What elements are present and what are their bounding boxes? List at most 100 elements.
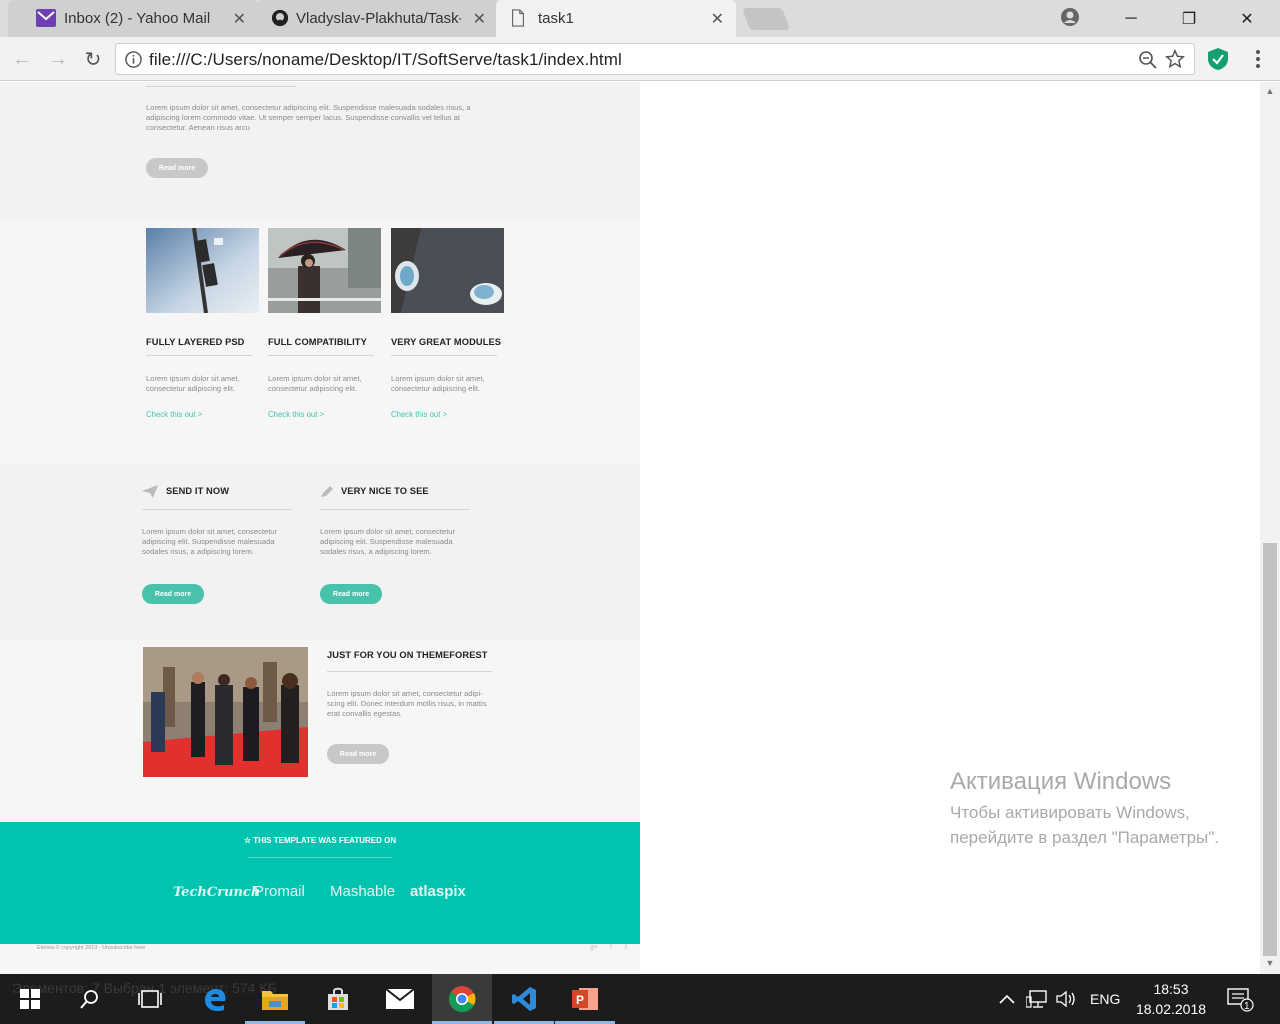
tab-yahoo-mail[interactable]: Inbox (2) - Yahoo Mail ✕ xyxy=(8,0,258,37)
zoom-icon[interactable] xyxy=(1138,50,1158,70)
search-icon xyxy=(80,990,98,1009)
task-view-button[interactable] xyxy=(120,974,180,1024)
edge-icon xyxy=(205,989,226,1012)
page-scrollbar[interactable]: ▲ ▼ xyxy=(1260,82,1280,974)
new-tab-button[interactable] xyxy=(741,8,791,30)
tab-close-icon[interactable]: ✕ xyxy=(233,9,246,29)
divider xyxy=(268,355,374,356)
vscode-taskbar-button[interactable] xyxy=(494,974,554,1024)
profile-icon[interactable] xyxy=(1060,7,1080,27)
divider xyxy=(248,857,392,858)
check-this-out-link[interactable]: Check this out > xyxy=(268,410,324,419)
github-icon xyxy=(271,9,289,27)
feature-text: Lorem ipsum dolor sit amet, consectetur … xyxy=(268,374,362,394)
svg-text:P: P xyxy=(576,993,584,1007)
feature-text: Lorem ipsum dolor sit amet, consectetur … xyxy=(391,374,485,394)
tab-title: Vladyslav-Plakhuta/Task- xyxy=(296,10,461,27)
check-this-out-link[interactable]: Check this out > xyxy=(146,410,202,419)
windows-icon xyxy=(20,989,40,1009)
promail-logo: Promail xyxy=(254,883,305,900)
featured-text: THIS TEMPLATE WAS FEATURED ON xyxy=(253,836,397,845)
action-center-button[interactable]: 1 xyxy=(1226,974,1256,1024)
tab-task1[interactable]: task1 ✕ xyxy=(496,0,736,37)
scroll-down-icon[interactable]: ▼ xyxy=(1264,958,1276,968)
read-more-button[interactable]: Read more xyxy=(146,158,208,178)
notification-icon xyxy=(1227,988,1254,1012)
store-taskbar-button[interactable] xyxy=(308,974,368,1024)
divider xyxy=(320,509,470,510)
traffic-light-photo xyxy=(146,228,259,313)
shield-extension-icon[interactable] xyxy=(1207,47,1229,71)
url-text: file:///C:/Users/noname/Desktop/IT/SoftS… xyxy=(149,50,622,69)
address-bar[interactable]: file:///C:/Users/noname/Desktop/IT/SoftS… xyxy=(115,43,1195,75)
activation-line: перейдите в раздел "Параметры". xyxy=(950,828,1220,847)
mashable-logo: Mashable xyxy=(330,883,396,900)
store-icon xyxy=(328,987,348,1010)
clock[interactable]: 18:53 18.02.2018 xyxy=(1130,979,1212,1019)
info-icon[interactable] xyxy=(125,51,142,68)
bookmark-star-icon[interactable] xyxy=(1164,48,1186,70)
feature-title: FULLY LAYERED PSD xyxy=(146,337,245,347)
search-button[interactable] xyxy=(60,974,120,1024)
network-icon xyxy=(1026,990,1047,1008)
edge-taskbar-button[interactable] xyxy=(185,974,245,1024)
volume-button[interactable] xyxy=(1056,974,1078,1024)
language-indicator[interactable]: ENG xyxy=(1090,974,1120,1024)
feature-title: FULL COMPATIBILITY xyxy=(268,337,367,347)
network-button[interactable] xyxy=(1026,974,1048,1024)
read-more-button[interactable]: Read more xyxy=(327,744,389,764)
restore-button[interactable]: ❐ xyxy=(1160,0,1218,37)
activation-watermark-title: Активация Windows xyxy=(950,768,1172,795)
themeforest-text: Lorem ipsum dolor sit amet, consectetur … xyxy=(327,689,487,719)
chevron-up-icon xyxy=(999,994,1015,1004)
umbrella-girl-photo xyxy=(268,228,381,313)
back-icon[interactable]: ← xyxy=(10,47,34,71)
read-more-button[interactable]: Read more xyxy=(320,584,382,604)
tab-title: task1 xyxy=(538,10,574,27)
close-window-button[interactable]: ✕ xyxy=(1218,0,1276,37)
page-icon xyxy=(512,9,524,27)
start-button[interactable] xyxy=(0,974,60,1024)
techcrunch-logo: TechCrunch xyxy=(173,885,261,900)
google-plus-icon[interactable]: g+ xyxy=(590,944,598,951)
menu-icon[interactable] xyxy=(1248,47,1268,71)
top-section: Lorem ipsum dolor sit amet, consectetur … xyxy=(0,82,640,221)
duo-title: SEND IT NOW xyxy=(166,486,230,496)
browser-toolbar: ← → ↻ file:///C:/Users/noname/Desktop/IT… xyxy=(0,37,1280,81)
divider xyxy=(146,355,252,356)
reload-icon[interactable]: ↻ xyxy=(81,47,105,71)
clock-time: 18:53 xyxy=(1153,981,1189,997)
facebook-icon[interactable]: f xyxy=(610,944,612,951)
tab-close-icon[interactable]: ✕ xyxy=(473,9,486,29)
file-explorer-taskbar-button[interactable] xyxy=(245,974,305,1024)
tab-close-icon[interactable]: ✕ xyxy=(711,9,724,29)
show-hidden-icons-button[interactable] xyxy=(998,974,1016,1024)
scroll-up-icon[interactable]: ▲ xyxy=(1264,86,1276,96)
duo-title: VERY NICE TO SEE xyxy=(341,486,429,496)
read-more-button[interactable]: Read more xyxy=(142,584,204,604)
tab-strip: Inbox (2) - Yahoo Mail ✕ Vladyslav-Plakh… xyxy=(0,0,1280,37)
duo-text: Lorem ipsum dolor sit amet, consectetur … xyxy=(142,527,278,557)
sneakers-photo xyxy=(391,228,504,313)
yahoo-mail-icon xyxy=(36,9,56,27)
star-icon: ☆ xyxy=(243,836,254,845)
twitter-icon[interactable]: t xyxy=(625,944,627,951)
task-view-icon xyxy=(138,990,162,1008)
themeforest-section: JUST FOR YOU ON THEMEFOREST Lorem ipsum … xyxy=(0,640,640,822)
paper-plane-icon xyxy=(142,485,158,498)
red-carpet-photo xyxy=(143,647,308,777)
clock-date: 18.02.2018 xyxy=(1135,1001,1207,1017)
divider xyxy=(142,509,292,510)
featured-on-section: ☆ THIS TEMPLATE WAS FEATURED ON TechCrun… xyxy=(0,822,640,944)
tab-github[interactable]: Vladyslav-Plakhuta/Task- ✕ xyxy=(256,0,498,37)
chrome-taskbar-button[interactable] xyxy=(432,974,492,1024)
forward-icon[interactable]: → xyxy=(46,47,70,71)
copyright-bar: Elenea © copyright 2013 - Unsubscribe he… xyxy=(0,944,640,974)
check-this-out-link[interactable]: Check this out > xyxy=(391,410,447,419)
duo-text: Lorem ipsum dolor sit amet, consectetur … xyxy=(320,527,456,557)
vscode-icon xyxy=(512,987,536,1011)
powerpoint-taskbar-button[interactable]: P xyxy=(555,974,615,1024)
mail-taskbar-button[interactable] xyxy=(370,974,430,1024)
scrollbar-thumb[interactable] xyxy=(1263,543,1277,956)
minimize-button[interactable]: ─ xyxy=(1102,0,1160,37)
